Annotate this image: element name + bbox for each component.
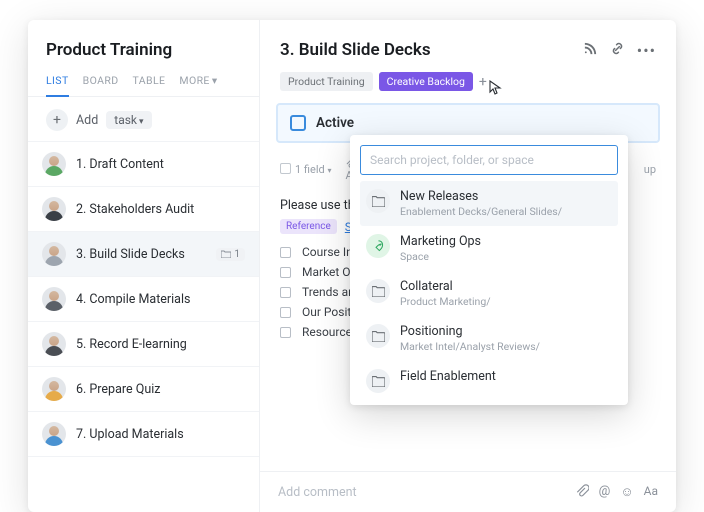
item-name: Collateral xyxy=(400,279,491,294)
tag-product-training[interactable]: Product Training xyxy=(280,72,373,91)
avatar xyxy=(42,422,66,446)
chevron-down-icon: ▾ xyxy=(212,74,218,87)
task-row[interactable]: 4. Compile Materials xyxy=(28,276,259,321)
emoji-icon[interactable]: ☺ xyxy=(620,484,633,500)
task-list: 1. Draft Content 2. Stakeholders Audit 3… xyxy=(28,141,259,457)
view-tabs: LIST BOARD TABLE MORE▾ xyxy=(28,74,259,97)
reference-tag: Reference xyxy=(280,219,337,234)
folder-icon xyxy=(366,189,390,213)
rocket-icon xyxy=(366,234,390,258)
task-row[interactable]: 6. Prepare Quiz xyxy=(28,366,259,411)
item-path: Market Intel/Analyst Reviews/ xyxy=(400,340,540,353)
app-window: Product Training LIST BOARD TABLE MORE▾ … xyxy=(28,20,676,512)
sidebar: Product Training LIST BOARD TABLE MORE▾ … xyxy=(28,20,260,512)
item-name: Field Enablement xyxy=(400,369,496,384)
location-picker: New ReleasesEnablement Decks/General Sli… xyxy=(350,135,628,405)
add-tag-button[interactable]: + xyxy=(479,74,487,90)
dropdown-item[interactable]: CollateralProduct Marketing/ xyxy=(360,271,618,316)
add-label: Add xyxy=(76,113,98,128)
item-name: Marketing Ops xyxy=(400,234,481,249)
task-row[interactable]: 2. Stakeholders Audit xyxy=(28,186,259,231)
dropdown-item[interactable]: Field Enablement xyxy=(360,361,618,395)
project-title: Product Training xyxy=(28,40,259,74)
task-type-selector[interactable]: task▾ xyxy=(106,111,151,129)
folder-icon xyxy=(366,324,390,348)
setup-text: up xyxy=(644,163,656,176)
mention-icon[interactable]: @ xyxy=(599,484,611,500)
task-title: 2. Stakeholders Audit xyxy=(76,202,194,217)
avatar xyxy=(42,197,66,221)
comment-bar: Add comment @ ☺ Aa xyxy=(260,471,676,512)
comment-input[interactable]: Add comment xyxy=(278,485,357,500)
rss-icon[interactable] xyxy=(583,41,598,60)
status-label: Active xyxy=(316,115,354,131)
dropdown-item[interactable]: New ReleasesEnablement Decks/General Sli… xyxy=(360,181,618,226)
header-actions: ••• xyxy=(583,41,656,60)
tab-list[interactable]: LIST xyxy=(46,74,69,97)
field-count[interactable]: 1 field ▾ xyxy=(280,163,331,176)
tab-board[interactable]: BOARD xyxy=(83,74,119,96)
avatar xyxy=(42,242,66,266)
comment-tools: @ ☺ Aa xyxy=(575,484,658,500)
task-row[interactable]: 1. Draft Content xyxy=(28,141,259,186)
task-row[interactable]: 5. Record E-learning xyxy=(28,321,259,366)
task-row[interactable]: 3. Build Slide Decks 1 xyxy=(28,231,259,276)
avatar xyxy=(42,287,66,311)
chevron-down-icon: ▾ xyxy=(139,117,144,127)
task-title: 4. Compile Materials xyxy=(76,292,190,307)
folder-icon xyxy=(366,369,390,393)
more-icon[interactable]: ••• xyxy=(637,41,656,60)
folder-icon xyxy=(366,279,390,303)
tab-more[interactable]: MORE▾ xyxy=(179,74,217,96)
task-title: 5. Record E-learning xyxy=(76,337,187,352)
format-icon[interactable]: Aa xyxy=(644,484,658,500)
avatar xyxy=(42,377,66,401)
task-title: 1. Draft Content xyxy=(76,157,164,172)
avatar xyxy=(42,152,66,176)
dropdown-item[interactable]: PositioningMarket Intel/Analyst Reviews/ xyxy=(360,316,618,361)
task-title: 6. Prepare Quiz xyxy=(76,382,160,397)
item-name: New Releases xyxy=(400,189,562,204)
item-path: Product Marketing/ xyxy=(400,295,491,308)
search-input[interactable] xyxy=(360,145,618,175)
add-task-row[interactable]: + Add task▾ xyxy=(28,97,259,141)
dropdown-item[interactable]: Marketing OpsSpace xyxy=(360,226,618,271)
folder-count: 1 xyxy=(216,248,245,261)
item-title: 3. Build Slide Decks xyxy=(280,40,431,60)
folder-icon xyxy=(221,250,231,258)
link-icon[interactable] xyxy=(610,41,625,60)
dropdown-list: New ReleasesEnablement Decks/General Sli… xyxy=(360,181,618,395)
tag-creative-backlog[interactable]: Creative Backlog xyxy=(379,72,473,91)
attachment-icon[interactable] xyxy=(575,484,589,500)
item-path: Space xyxy=(400,250,481,263)
tag-row: Product Training Creative Backlog + xyxy=(260,72,676,103)
avatar xyxy=(42,332,66,356)
task-title: 3. Build Slide Decks xyxy=(76,247,185,262)
task-row[interactable]: 7. Upload Materials xyxy=(28,411,259,457)
checkbox-icon xyxy=(290,115,306,131)
tab-table[interactable]: TABLE xyxy=(133,74,166,96)
item-name: Positioning xyxy=(400,324,540,339)
task-title: 7. Upload Materials xyxy=(76,427,184,442)
item-header: 3. Build Slide Decks ••• xyxy=(260,40,676,72)
cursor-icon xyxy=(489,80,503,96)
plus-icon: + xyxy=(46,109,68,131)
item-path: Enablement Decks/General Slides/ xyxy=(400,205,562,218)
